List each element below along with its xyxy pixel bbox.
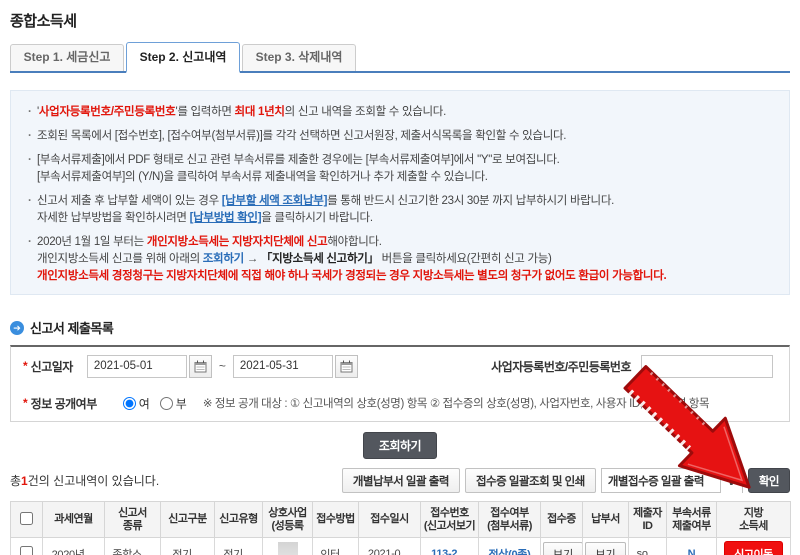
- notice-box: '사업자등록번호/주민등록번호'를 입력하면 최대 1년치의 신고 내역을 조회…: [10, 90, 790, 295]
- notice-line: 2020년 1월 1일 부터는 개인지방소득세는 지방자치단체에 신고해야합니다…: [25, 234, 775, 251]
- cell-report-kind: 정기…: [214, 537, 263, 555]
- date-range-tilde: ~: [218, 359, 226, 373]
- cell-form-type: 종합소…: [104, 537, 161, 555]
- tab-step2-filing-history[interactable]: Step 2. 신고내역: [126, 42, 240, 73]
- header-receipt-method: 접수방법: [312, 501, 359, 538]
- header-local-income-tax: 지방 소득세: [716, 501, 791, 538]
- required-mark: *: [23, 396, 28, 410]
- privacy-no-label: 부: [175, 396, 187, 411]
- privacy-note: ※ 정보 공개 대상 : ① 신고내역의 상호(성명) 항목 ② 접수증의 상호…: [202, 398, 710, 410]
- biz-no-input[interactable]: [641, 354, 773, 378]
- step-tabs: Step 1. 세금신고 Step 2. 신고내역 Step 3. 삭제내역: [10, 42, 790, 73]
- date-to-input[interactable]: [232, 354, 333, 378]
- calendar-to-button[interactable]: [334, 354, 358, 378]
- cell-tax-period: 2020년…: [42, 537, 105, 555]
- notice-line: 개인지방소득세 경정청구는 지방자치단체에 직접 해야 하나 국세가 경정되는 …: [37, 270, 667, 282]
- header-attach-submitted: 부속서류 제출여부: [666, 501, 717, 538]
- results-actions: 개별납부서 일괄 출력 접수증 일괄조회 및 인쇄 개별접수증 일괄 출력 ∨ …: [341, 468, 790, 493]
- header-receipt-no: 접수번호 (신고서보기: [420, 501, 479, 538]
- receipt-status-link[interactable]: 정상(0종): [488, 549, 530, 555]
- header-receipt-datetime: 접수일시: [358, 501, 421, 538]
- header-tax-period: 과세연월: [42, 501, 105, 538]
- view-payment-button[interactable]: 보기: [585, 542, 626, 555]
- calendar-icon: [340, 360, 353, 372]
- header-form-type: 신고서 종류: [104, 501, 161, 538]
- header-submitter-id: 제출자 ID: [628, 501, 667, 538]
- biz-no-label: 사업자등록번호/주민등록번호: [491, 359, 631, 374]
- page-title: 종합소득세: [10, 13, 77, 30]
- privacy-label: 정보 공개여부: [30, 396, 98, 411]
- calendar-from-button[interactable]: [188, 354, 212, 378]
- notice-line: 개인지방소득세 신고를 위해 아래의 조회하기 → 「지방소득세 신고하기」 버…: [37, 253, 552, 265]
- privacy-yes-radio[interactable]: [122, 396, 136, 410]
- cell-report-class: 정기…: [160, 537, 215, 555]
- redacted-name-block: [277, 542, 298, 555]
- notice-line: 자세한 납부방법을 확인하시려면 [납부방법 확인]을 클릭하시기 바랍니다.: [37, 212, 373, 224]
- table-row: 2020년… 종합소… 정기… 정기… 인터… 2021-0… 113-2… 정…: [10, 537, 791, 555]
- notice-line: [부속서류제출여부]의 (Y/N)을 클릭하여 부속서류 제출내역을 확인하거나…: [37, 171, 488, 183]
- header-business-name: 상호사업 (성등록: [262, 501, 313, 538]
- section-header: ➔ 신고서 제출목록: [10, 318, 790, 337]
- filing-list-table: 과세연월 신고서 종류 신고구분 신고유형 상호사업 (성등록 접수방법 접수일시 …: [10, 501, 791, 555]
- row-checkbox[interactable]: [20, 546, 33, 555]
- tab-step1-tax-filing[interactable]: Step 1. 세금신고: [10, 44, 124, 71]
- page: 종합소득세 Step 1. 세금신고 Step 2. 신고내역 Step 3. …: [0, 0, 800, 555]
- notice-line: 신고서 제출 후 납부할 세액이 있는 경우 [납부할 세액 조회납부]를 통해…: [25, 193, 775, 210]
- privacy-radio-group: 여 부: [113, 395, 187, 412]
- table-header-row: 과세연월 신고서 종류 신고구분 신고유형 상호사업 (성등록 접수방법 접수일시 …: [10, 501, 791, 538]
- chevron-down-icon: ∨: [719, 468, 742, 493]
- header-select-all: [10, 501, 43, 538]
- section-bullet-arrow-icon: ➔: [10, 320, 24, 335]
- header-receipt-doc: 접수증: [540, 501, 583, 538]
- view-receipt-button[interactable]: 보기: [543, 542, 582, 555]
- bulk-action-select[interactable]: 개별접수증 일괄 출력 ∨: [600, 468, 743, 493]
- search-button[interactable]: 조회하기: [363, 432, 437, 459]
- notice-line: [부속서류제출]에서 PDF 형태로 신고 관련 부속서류를 제출한 경우에는 …: [25, 152, 775, 169]
- required-mark: *: [23, 359, 28, 373]
- receipt-no-link[interactable]: 113-2…: [431, 548, 468, 555]
- cell-business-name: [262, 537, 313, 555]
- print-payment-slips-button[interactable]: 개별납부서 일괄 출력: [341, 468, 460, 493]
- tab-step3-deleted-history[interactable]: Step 3. 삭제내역: [242, 44, 356, 71]
- calendar-icon: [194, 360, 207, 372]
- header-receipt-status: 접수여부 (첨부서류): [478, 501, 541, 538]
- select-all-checkbox[interactable]: [20, 511, 33, 525]
- print-receipts-button[interactable]: 접수증 일괄조회 및 인쇄: [464, 468, 596, 493]
- notice-line: '사업자등록번호/주민등록번호'를 입력하면 최대 1년치의 신고 내역을 조회…: [25, 104, 775, 121]
- confirm-button[interactable]: 확인: [747, 468, 790, 493]
- header-payment-doc: 납부서: [582, 501, 629, 538]
- results-bar: 총1건의 신고내역이 있습니다. 개별납부서 일괄 출력 접수증 일괄조회 및 …: [10, 468, 790, 493]
- result-count-text: 총1건의 신고내역이 있습니다.: [10, 474, 160, 488]
- filter-row-privacy: * 정보 공개여부 여 부 ※ 정보 공개 대상 : ① 신고내역의 상호(성명…: [11, 385, 789, 421]
- header-report-kind: 신고유형: [214, 501, 263, 538]
- date-from-input[interactable]: [86, 354, 187, 378]
- notice-line: 조회된 목록에서 [접수번호], [접수여부(첨부서류)]를 각각 선택하면 신…: [25, 128, 775, 145]
- cell-submitter-id: so…: [628, 537, 667, 555]
- section-title: 신고서 제출목록: [30, 321, 114, 336]
- filter-row-date: * 신고일자 ~ 사업자등록번호/주민등록번호: [11, 347, 789, 385]
- search-filter-box: * 신고일자 ~ 사업자등록번호/주민등록번호 * 정보 공개여부 여: [10, 345, 790, 422]
- bulk-action-selected-value: 개별접수증 일괄 출력: [607, 475, 705, 488]
- cell-receipt-method: 인터…: [312, 537, 359, 555]
- privacy-no-radio[interactable]: [159, 396, 173, 410]
- cell-receipt-datetime: 2021-0…: [358, 537, 421, 555]
- report-date-label: 신고일자: [30, 359, 74, 374]
- privacy-yes-label: 여: [138, 396, 150, 411]
- biz-no-group: 사업자등록번호/주민등록번호: [491, 354, 777, 378]
- header-report-class: 신고구분: [160, 501, 215, 538]
- attach-submitted-link[interactable]: N: [688, 548, 696, 555]
- local-tax-move-button[interactable]: 신고이동: [724, 541, 783, 555]
